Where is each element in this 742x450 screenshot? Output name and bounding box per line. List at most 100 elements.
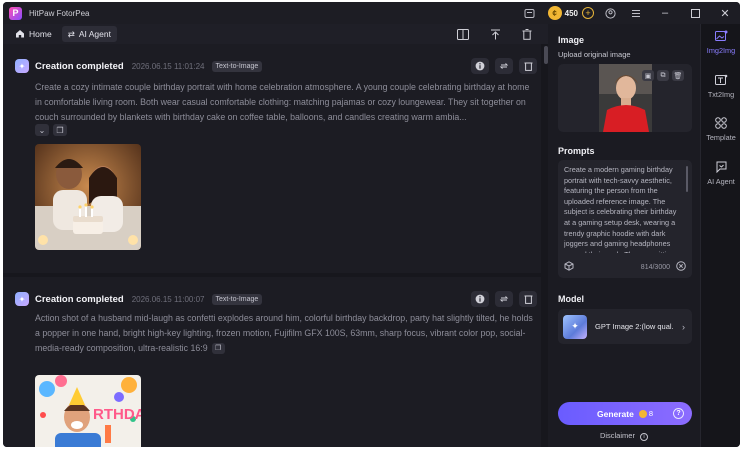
delete-card-button[interactable]	[519, 58, 537, 74]
upload-tools: ▣ ⧉ 🗑︎	[642, 70, 684, 81]
creation-card: ✦ Creation completed 2026.06.15 11:00:07…	[3, 277, 541, 447]
account-icon[interactable]	[604, 7, 616, 19]
add-credits-button[interactable]: +	[582, 7, 594, 19]
upload-box[interactable]: ▣ ⧉ 🗑︎	[558, 64, 692, 132]
info-icon: i	[640, 433, 649, 441]
tab-img2img[interactable]: Img2Img	[701, 29, 740, 55]
crop-button[interactable]: ⧉	[657, 70, 669, 81]
expand-button[interactable]: ⌄	[35, 124, 49, 136]
title-bar-controls: ¢ 450 + – ✕	[524, 2, 740, 24]
nav-home[interactable]: Home	[9, 26, 58, 42]
image-icon: ▣	[644, 72, 652, 80]
prompt-text[interactable]: Create a modern gaming birthday portrait…	[564, 165, 682, 253]
birthday-banner-text: RTHDA	[93, 406, 141, 423]
info-button[interactable]	[471, 58, 489, 74]
card-prompt-tools: ⌄ ❐	[35, 124, 67, 136]
info-icon	[475, 61, 485, 71]
image-section-title: Image	[558, 35, 585, 45]
info-icon	[475, 294, 485, 304]
minimize-button[interactable]: –	[650, 2, 680, 24]
maximize-button[interactable]	[680, 2, 710, 24]
replace-image-button[interactable]: ▣	[642, 70, 654, 81]
result-image[interactable]: RTHDA	[35, 375, 141, 447]
nav-tools	[456, 26, 534, 42]
prompt-enhance-icon[interactable]	[564, 261, 574, 273]
card-badge: Text-to-Image	[211, 60, 263, 72]
model-selector[interactable]: ✦ GPT Image 2:(low qual... ›	[558, 309, 692, 344]
upload-icon[interactable]	[488, 26, 502, 42]
app-window: P HitPaw FotorPea ¢ 450 + – ✕ Home ⇄ AI …	[3, 2, 740, 447]
app-logo-icon: P	[9, 6, 22, 20]
feedback-icon[interactable]	[524, 7, 536, 19]
generate-cost: 8	[638, 409, 653, 418]
trash-icon	[524, 295, 532, 304]
regenerate-icon	[499, 296, 509, 302]
prompt-footer: 814/3000	[564, 261, 686, 273]
creation-feed[interactable]: ✦ Creation completed 2026.06.15 11:01:24…	[3, 44, 548, 447]
tab-ai-agent[interactable]: AI Agent	[701, 160, 740, 186]
couple-photo	[35, 144, 141, 250]
menu-icon[interactable]	[630, 7, 642, 19]
app-title: HitPaw FotorPea	[29, 8, 90, 18]
trash-icon	[524, 62, 532, 71]
nav-ai-agent-label: AI Agent	[78, 29, 111, 39]
prompt-input[interactable]: Create a modern gaming birthday portrait…	[558, 160, 692, 278]
disclaimer-label: Disclaimer	[599, 431, 635, 440]
close-button[interactable]: ✕	[710, 2, 740, 24]
tab-txt2img[interactable]: Txt2Img	[701, 73, 740, 99]
swap-icon: ⇄	[67, 28, 75, 39]
copy-button[interactable]: ❐	[211, 343, 225, 355]
nav-bar: Home ⇄ AI Agent	[3, 24, 548, 44]
delete-card-button[interactable]	[519, 291, 537, 307]
prompts-section-title: Prompts	[558, 146, 595, 156]
tab-template[interactable]: Template	[701, 116, 740, 142]
card-prompt: Create a cozy intimate couple birthday p…	[35, 82, 530, 122]
trash-icon[interactable]	[520, 26, 534, 42]
nav-ai-agent[interactable]: ⇄ AI Agent	[61, 26, 117, 42]
agent-avatar-icon: ✦	[15, 292, 29, 306]
delete-image-button[interactable]: 🗑︎	[672, 70, 684, 81]
model-name: GPT Image 2:(low qual...	[595, 322, 673, 331]
clear-prompt-button[interactable]	[676, 261, 686, 273]
crop-icon: ⧉	[660, 71, 666, 79]
card-actions	[471, 58, 537, 74]
template-icon	[714, 116, 728, 130]
tab-txt2img-label: Txt2Img	[707, 90, 735, 99]
credit-coin-icon: ¢	[547, 6, 562, 20]
model-section-title: Model	[558, 294, 584, 304]
info-button[interactable]	[471, 291, 489, 307]
tab-ai-agent-label: AI Agent	[707, 177, 735, 186]
clear-icon	[676, 261, 686, 271]
disclaimer-link[interactable]: Disclaimer i	[548, 431, 700, 441]
trash-icon: 🗑︎	[673, 72, 683, 80]
regenerate-button[interactable]	[495, 291, 513, 307]
prompt-scrollbar[interactable]	[686, 166, 688, 192]
credit-count: 450	[564, 8, 578, 18]
image-edit-icon	[714, 29, 728, 43]
prompt-char-count: 814/3000	[640, 263, 670, 271]
copy-button[interactable]: ❐	[53, 124, 67, 136]
creation-card: ✦ Creation completed 2026.06.15 11:01:24…	[3, 44, 541, 273]
text-image-icon	[714, 73, 728, 87]
result-image[interactable]	[35, 144, 141, 250]
card-timestamp: 2026.06.15 11:01:24	[131, 61, 205, 71]
help-icon[interactable]: ?	[673, 408, 684, 419]
card-timestamp: 2026.06.15 11:00:07	[131, 294, 205, 304]
birthday-photo: RTHDA	[35, 375, 141, 447]
credit-coin-icon	[638, 409, 647, 418]
card-header: ✦ Creation completed 2026.06.15 11:00:07…	[15, 291, 263, 307]
generate-button[interactable]: Generate 8 ?	[558, 402, 692, 425]
tab-img2img-label: Img2Img	[706, 46, 736, 55]
chevron-down-icon: ⌄	[38, 125, 46, 135]
regenerate-button[interactable]	[495, 58, 513, 74]
settings-panel: Image Upload original image ▣ ⧉ 🗑︎ Promp…	[548, 24, 700, 447]
regenerate-icon	[499, 63, 509, 69]
mode-tabs: Img2Img Txt2Img Template AI Agent	[700, 24, 740, 447]
card-actions	[471, 291, 537, 307]
chevron-right-icon: ›	[682, 321, 685, 332]
copy-icon: ❐	[56, 125, 64, 135]
generate-label: Generate	[596, 408, 634, 419]
card-badge: Text-to-Image	[211, 293, 263, 305]
layout-icon[interactable]	[456, 26, 470, 42]
card-title: Creation completed	[35, 60, 124, 72]
